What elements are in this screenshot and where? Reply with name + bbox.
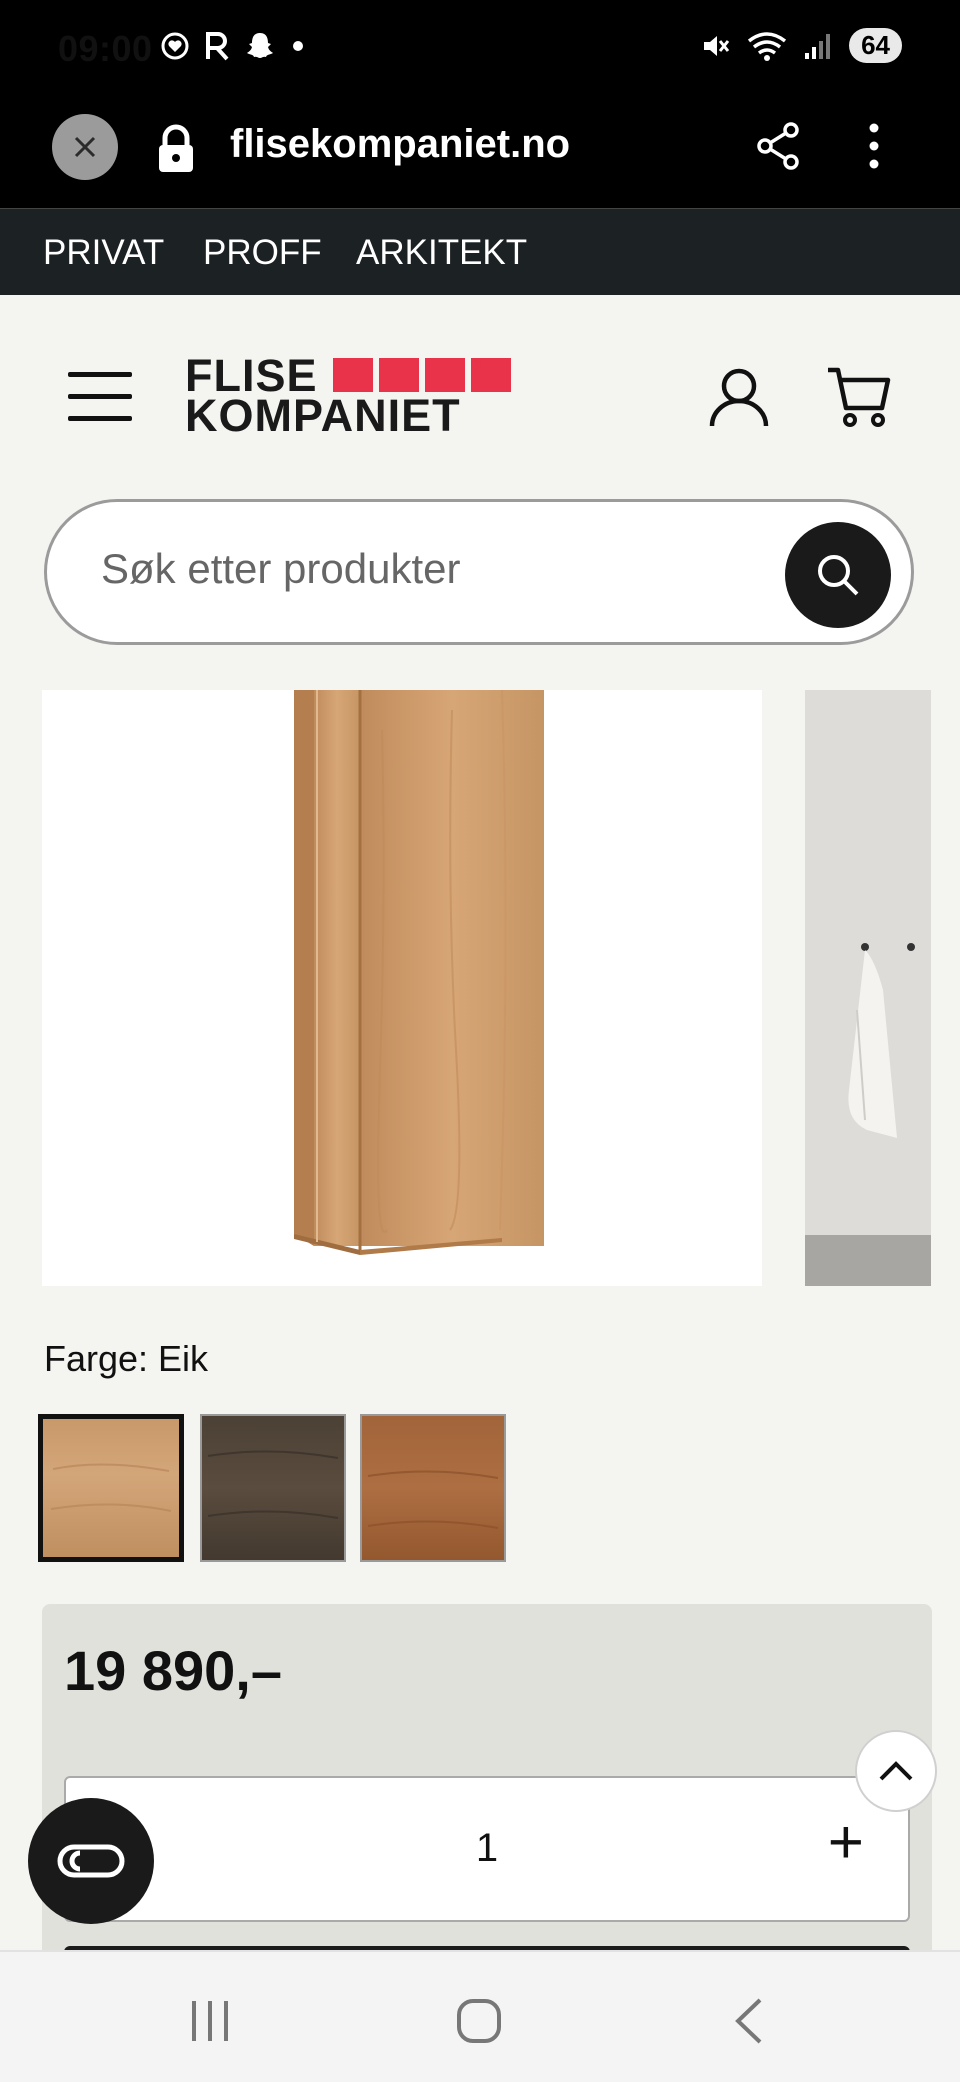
- plus-button[interactable]: +: [828, 1812, 864, 1874]
- chat-button[interactable]: [28, 1798, 154, 1924]
- quantity-stepper: 1 +: [64, 1776, 910, 1922]
- towel-image: [805, 690, 931, 1286]
- menu-icon[interactable]: [68, 372, 132, 422]
- r-icon: [206, 32, 229, 61]
- nav-privat[interactable]: PRIVAT: [43, 233, 164, 273]
- cart-icon[interactable]: [826, 364, 892, 428]
- mute-icon: [704, 35, 730, 56]
- search-icon: [818, 555, 859, 596]
- dot-icon: [293, 41, 303, 51]
- chat-icon: [57, 1844, 125, 1878]
- quantity-value[interactable]: 1: [66, 1826, 908, 1871]
- url-text[interactable]: flisekompaniet.no: [230, 122, 570, 167]
- share-icon[interactable]: [755, 120, 803, 172]
- signal-icon: [805, 33, 831, 59]
- wifi-icon: [748, 31, 787, 61]
- logo-squares: [333, 358, 511, 392]
- color-swatch-dark[interactable]: [200, 1414, 346, 1562]
- color-swatch-eik[interactable]: [38, 1414, 184, 1562]
- color-label: Farge: Eik: [44, 1338, 209, 1379]
- close-tab-button[interactable]: [52, 114, 118, 180]
- nav-proff[interactable]: PROFF: [203, 233, 322, 273]
- chevron-up-icon: [879, 1761, 913, 1781]
- status-time: 09:00: [58, 28, 153, 69]
- back-icon[interactable]: [730, 1996, 766, 2046]
- cabinet-image: [294, 690, 544, 1255]
- product-image-main[interactable]: [42, 690, 762, 1286]
- product-price: 19 890,–: [64, 1639, 282, 1702]
- search-bar: [44, 499, 914, 645]
- kebab-menu-icon[interactable]: [862, 120, 886, 172]
- lock-icon[interactable]: [155, 124, 197, 174]
- nav-arkitekt[interactable]: ARKITEKT: [356, 233, 527, 273]
- battery-level: 64: [849, 28, 902, 63]
- heart-circle-icon: [161, 32, 189, 60]
- color-swatch-walnut[interactable]: [360, 1414, 506, 1562]
- recents-icon[interactable]: [188, 1999, 232, 2043]
- logo-line2: KOMPANIET: [185, 390, 461, 441]
- status-icons-right: 64: [699, 28, 902, 63]
- scroll-top-button[interactable]: [855, 1730, 937, 1812]
- home-icon[interactable]: [455, 1997, 503, 2045]
- snapchat-icon: [247, 33, 273, 58]
- logo[interactable]: FLISE KOMPANIET ®: [185, 353, 511, 441]
- search-input[interactable]: [99, 544, 743, 594]
- status-icons-left: [160, 30, 306, 62]
- search-button[interactable]: [785, 522, 891, 628]
- system-nav-bar: [0, 1950, 960, 2082]
- logo-registered: ®: [471, 356, 482, 372]
- product-image-next[interactable]: [805, 690, 931, 1286]
- segment-nav: PRIVAT PROFF ARKITEKT: [0, 208, 960, 295]
- close-icon: [74, 136, 96, 158]
- user-icon[interactable]: [708, 366, 770, 428]
